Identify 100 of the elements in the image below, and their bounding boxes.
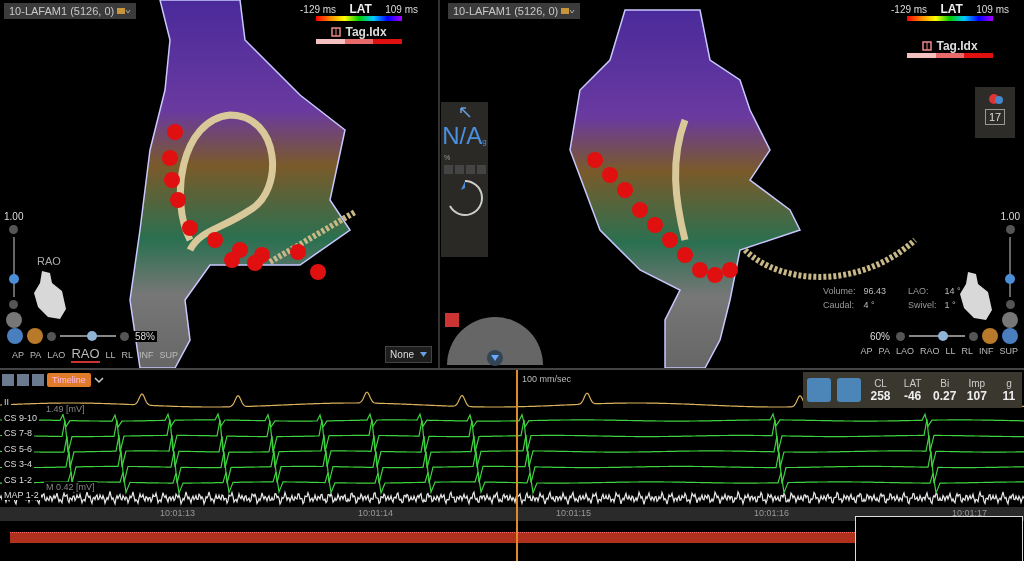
channel-label: MAP 1-2	[2, 490, 41, 500]
ablation-tag[interactable]	[247, 255, 263, 271]
zoom-out-button[interactable]	[896, 331, 905, 341]
navigation-pad[interactable]	[445, 313, 545, 367]
info-label: Caudal:	[823, 300, 856, 310]
legend-title: LAT	[349, 2, 372, 16]
light-button[interactable]	[982, 328, 998, 344]
view-button[interactable]: RL	[121, 350, 134, 360]
channel-scale: M 0.42 [mV]	[44, 481, 97, 492]
view-button[interactable]: RL	[961, 346, 973, 356]
channel-label: CS 3-4	[2, 459, 34, 469]
counter-value: 17	[984, 109, 1006, 125]
readout-value: 258	[870, 388, 891, 403]
zoom-slider-thumb[interactable]	[87, 331, 98, 341]
legend-title: LAT	[940, 2, 963, 16]
legend-min: -129 ms	[300, 4, 337, 15]
info-value: 4 °	[863, 300, 876, 310]
readout-label: Bi	[940, 377, 950, 389]
channel-label: CS 7-8	[2, 428, 34, 438]
zoom-out-button[interactable]	[47, 331, 56, 341]
time-label: 10:01:17	[952, 508, 988, 518]
view-button[interactable]: PA	[878, 346, 890, 356]
ablation-tag[interactable]	[207, 232, 223, 248]
info-label: Volume:	[823, 286, 856, 296]
timeline-window[interactable]	[855, 516, 1023, 561]
channel-label: CS 9-10	[2, 412, 40, 423]
channel-label: II	[2, 397, 11, 407]
arrow-icon	[458, 106, 471, 118]
minus-button[interactable]	[1005, 300, 1015, 309]
readout-value: -46	[903, 388, 922, 403]
readout-value: 11	[1002, 388, 1016, 403]
channel-label: CS 1-2	[2, 474, 34, 485]
map-selector[interactable]: 10-LAFAM1 (5126, 0)	[448, 3, 581, 19]
time-label: 10:01:14	[358, 508, 394, 518]
zoom-in-button[interactable]	[120, 331, 129, 341]
ablation-tag[interactable]	[170, 192, 186, 208]
zoom-value: 1.00	[1000, 211, 1020, 222]
view-button[interactable]: INF	[979, 346, 994, 356]
zoom-percent: 60%	[868, 330, 892, 342]
time-label: 10:01:16	[754, 508, 790, 518]
map-selector[interactable]: 10-LAFAM1 (5126, 0)	[4, 3, 137, 19]
info-label: LAO:	[908, 286, 930, 296]
ablation-tag[interactable]	[722, 262, 738, 278]
zoom-percent: 58%	[133, 330, 157, 342]
sweep-speed: 100 mm/sec	[520, 374, 574, 384]
info-value: 14 °	[944, 286, 961, 296]
view-button[interactable]: LL	[945, 346, 956, 356]
map-icon	[561, 6, 576, 16]
ablation-tag[interactable]	[224, 252, 240, 268]
channel-label: CS 5-6	[2, 443, 34, 454]
vertical-slider-thumb[interactable]	[8, 274, 19, 284]
info-value: 1 °	[944, 300, 957, 310]
tag-icon	[331, 27, 342, 37]
minus-button[interactable]	[9, 300, 19, 309]
compass-button[interactable]	[807, 378, 832, 402]
caret-icon	[93, 375, 104, 385]
map-icon	[117, 6, 132, 16]
rotate-button[interactable]	[1002, 328, 1018, 344]
view-button[interactable]: LL	[105, 350, 116, 360]
tag-icon	[922, 41, 933, 51]
readout-value: 0.27	[933, 388, 957, 403]
zoom-in-button[interactable]	[969, 331, 978, 341]
vertical-slider-thumb[interactable]	[1005, 274, 1016, 284]
readout-label: Imp	[968, 377, 986, 389]
dropdown[interactable]: None	[385, 346, 432, 363]
time-label: 10:01:15	[556, 508, 592, 518]
reset-button[interactable]	[5, 312, 22, 328]
reset-button[interactable]	[1002, 312, 1019, 328]
rotate-button[interactable]	[7, 328, 23, 344]
zoom-value: 1.00	[4, 211, 24, 222]
caret-icon	[420, 352, 427, 357]
view-button[interactable]: PA	[30, 350, 42, 360]
view-button[interactable]: LAO	[895, 346, 914, 356]
ablation-tag[interactable]	[182, 220, 198, 236]
ablation-tag[interactable]	[164, 172, 180, 188]
view-button[interactable]: RAO	[919, 346, 940, 356]
readout-value: 107	[966, 388, 987, 403]
legend-max: 109 ms	[976, 4, 1009, 15]
view-button[interactable]: AP	[12, 350, 24, 360]
plus-button[interactable]	[1005, 225, 1015, 234]
zoom-slider-thumb[interactable]	[937, 331, 948, 341]
chamber-map[interactable]	[569, 9, 802, 368]
legend-max: 109 ms	[385, 4, 418, 15]
force-value: N/Ag	[442, 122, 487, 150]
ablation-tag[interactable]	[310, 264, 326, 280]
readout-label: CL	[874, 377, 887, 389]
view-button[interactable]: RAO	[71, 346, 100, 363]
point-button[interactable]	[837, 378, 862, 402]
view-button[interactable]: LAO	[47, 350, 66, 360]
time-label: 10:01:13	[160, 508, 196, 518]
channel-scale: 1.49 [mV]	[44, 404, 87, 414]
info-value: 96.43	[863, 286, 887, 296]
plus-button[interactable]	[9, 225, 19, 234]
light-button[interactable]	[27, 328, 43, 344]
tag-legend-title: Tag.Idx	[345, 25, 387, 39]
info-label: Swivel:	[908, 300, 937, 310]
view-button[interactable]: AP	[860, 346, 873, 356]
orientation-label: RAO	[37, 255, 61, 267]
view-button[interactable]: SUP	[999, 346, 1018, 356]
indicator-boxes	[443, 165, 486, 174]
